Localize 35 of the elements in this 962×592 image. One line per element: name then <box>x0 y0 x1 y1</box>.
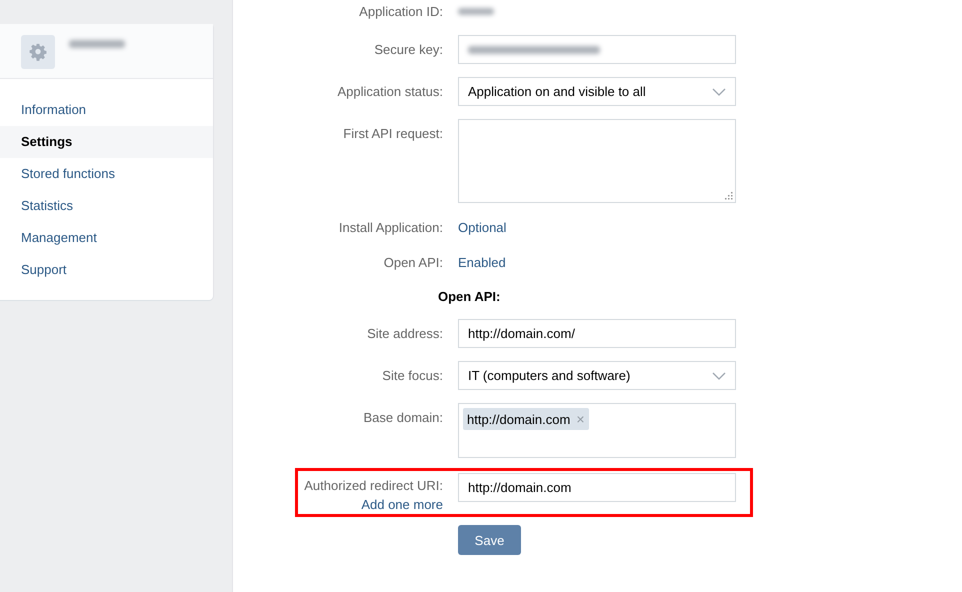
field-label: Site focus: <box>381 368 443 383</box>
field-label: Site address: <box>366 326 443 341</box>
tag-field[interactable]: http://domain.com × <box>458 403 736 458</box>
field-label: Application status: <box>336 84 443 99</box>
input-field[interactable]: http://domain.com/ <box>458 319 736 348</box>
chevron-down-icon <box>712 372 726 380</box>
dropdown[interactable]: IT (computers and software) <box>458 361 736 390</box>
secure-key-field[interactable] <box>458 35 736 64</box>
field-label: Base domain: <box>362 409 443 425</box>
input-field[interactable]: http://domain.com <box>458 473 736 502</box>
app-icon <box>21 35 55 69</box>
save-button[interactable]: Save <box>458 525 521 555</box>
redacted-text <box>69 40 125 48</box>
section-heading: Open API: <box>438 288 500 304</box>
field-label: Open API: <box>382 254 443 270</box>
chevron-down-icon <box>712 88 726 96</box>
sidebar-item[interactable]: Settings <box>0 126 213 158</box>
sidebar-item[interactable]: Support <box>0 254 213 286</box>
sidebar-item[interactable]: Information <box>0 94 213 126</box>
domain-tag[interactable]: http://domain.com × <box>463 408 589 430</box>
sidebar-item[interactable]: Stored functions <box>0 158 213 190</box>
field-label: Application ID: <box>358 4 443 18</box>
sidebar-item[interactable]: Statistics <box>0 190 213 222</box>
sidebar-item[interactable]: Management <box>0 222 213 254</box>
text-area[interactable] <box>458 119 736 203</box>
add-more-link[interactable]: Add one more <box>361 497 443 512</box>
field-label: First API request: <box>342 125 443 141</box>
field-label: Authorized redirect URI: <box>304 478 443 493</box>
field-label: Secure key: <box>373 42 443 57</box>
setting-value-link[interactable]: Enabled <box>458 254 506 270</box>
redacted-text <box>458 8 494 14</box>
dropdown[interactable]: Application on and visible to all <box>458 77 736 106</box>
setting-value-link[interactable]: Optional <box>458 220 506 234</box>
resize-grip-icon <box>725 192 733 200</box>
field-label: Install Application: <box>338 220 443 234</box>
